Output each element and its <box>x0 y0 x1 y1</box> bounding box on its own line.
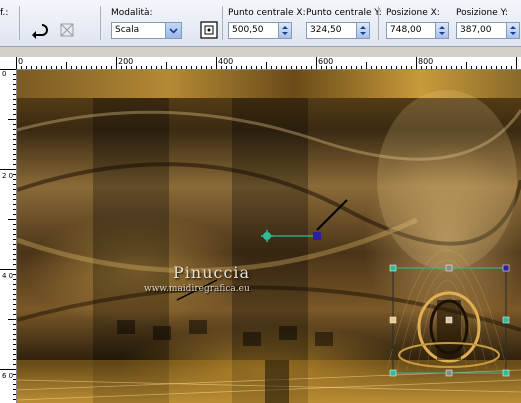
center-pivot-button[interactable] <box>197 18 221 42</box>
center-object-icon <box>200 21 218 39</box>
ruler-v-label: 6 0 <box>2 372 14 380</box>
corner-handle-top-right[interactable] <box>502 264 510 272</box>
ruler-h-label: 0 <box>18 57 24 66</box>
separator <box>19 6 20 40</box>
ruler-v-label: 4 0 0 <box>2 272 16 280</box>
rotation-handle[interactable] <box>313 232 321 240</box>
reset-button[interactable] <box>26 18 50 42</box>
watermark-url: www.maidiregrafica.eu <box>144 284 250 294</box>
pos-x-label: Posizione X: <box>386 8 440 18</box>
spin-up-down-icon[interactable] <box>506 23 519 38</box>
pos-x-input[interactable]: 748,00 <box>386 22 449 39</box>
edge-handle-right[interactable] <box>502 316 510 324</box>
deform-disabled-icon <box>60 23 74 37</box>
watermark-name: Pinuccia <box>173 263 251 282</box>
edge-handle-left[interactable] <box>389 316 397 324</box>
spin-up-down-icon[interactable] <box>435 23 448 38</box>
center-y-value: 324,50 <box>310 25 342 35</box>
left-cut-label: f.: <box>0 8 9 18</box>
tool-options-toolbar: f.: Modalità: Scala Punto centrale X: 50… <box>0 0 521 47</box>
ruler-v-label: 0 <box>2 70 7 78</box>
pos-y-value: 387,00 <box>460 25 492 35</box>
ruler-h-label: 400 <box>218 57 234 66</box>
ruler-h-label: 800 <box>418 57 434 66</box>
ruler-h-label: 600 <box>318 57 334 66</box>
center-box-handle[interactable] <box>445 316 453 324</box>
ruler-h-label: 200 <box>118 57 134 66</box>
mode-label: Modalità: <box>111 8 153 18</box>
mode-select[interactable]: Scala <box>111 22 182 39</box>
workspace-gap <box>0 47 521 57</box>
center-x-value: 500,50 <box>232 25 264 35</box>
center-x-label: Punto centrale X: <box>228 8 306 18</box>
corner-handle-top-left[interactable] <box>389 264 397 272</box>
image-canvas[interactable]: Pinuccia www.maidiregrafica.eu <box>17 70 521 403</box>
edge-handle-top[interactable] <box>445 264 453 272</box>
ruler-v-label: 2 0 0 <box>2 172 16 180</box>
pos-x-value: 748,00 <box>390 25 422 35</box>
edge-handle-bottom[interactable] <box>445 369 453 377</box>
center-y-label: Punto centrale Y: <box>306 8 382 18</box>
spin-up-down-icon[interactable] <box>356 23 369 38</box>
pos-y-label: Posizione Y: <box>456 8 508 18</box>
separator <box>100 6 101 40</box>
separator <box>378 6 379 40</box>
horizontal-ruler: 0 200 400 600 800 <box>16 57 521 70</box>
separator <box>222 6 223 40</box>
vertical-ruler: 0 2 0 0 4 0 0 6 0 <box>0 69 17 403</box>
deform-reset-button[interactable] <box>55 18 79 42</box>
center-x-input[interactable]: 500,50 <box>228 22 292 39</box>
horizontal-ruler-ticks <box>16 57 517 69</box>
center-pivot-handle[interactable] <box>261 230 273 242</box>
undo-arrow-icon <box>32 24 48 39</box>
vertical-ruler-ticks <box>0 69 16 400</box>
mode-select-value: Scala <box>115 25 140 35</box>
corner-handle-bottom-left[interactable] <box>389 369 397 377</box>
pos-y-input[interactable]: 387,00 <box>456 22 520 39</box>
center-y-input[interactable]: 324,50 <box>306 22 370 39</box>
corner-handle-bottom-right[interactable] <box>502 369 510 377</box>
spin-up-down-icon[interactable] <box>278 23 291 38</box>
chevron-down-icon[interactable] <box>165 23 181 38</box>
